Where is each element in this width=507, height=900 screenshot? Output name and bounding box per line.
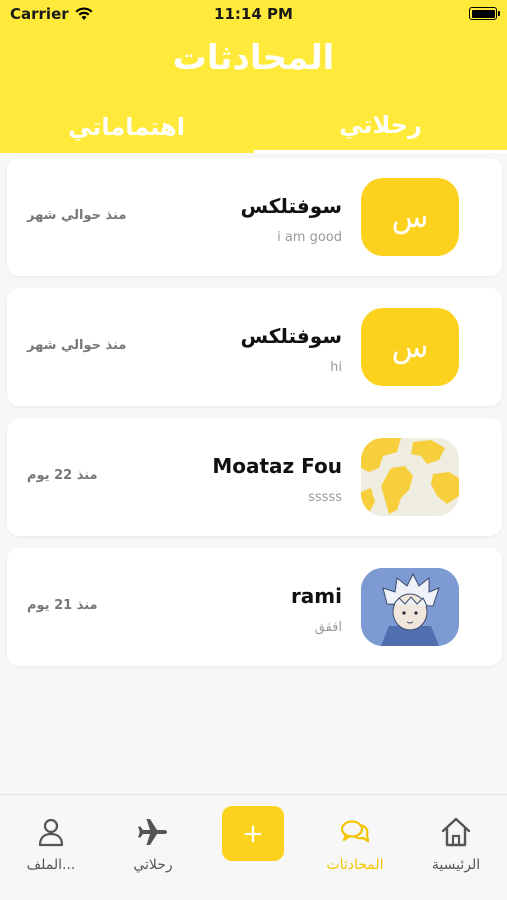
conversation-item[interactable]: Moataz Fou sssss منذ 22 يوم bbox=[7, 418, 502, 536]
bottom-nav: الرئيسية المحادثات + رحلاتي الملف... bbox=[0, 794, 507, 900]
conversation-item[interactable]: س سوفتلكس hi منذ حوالي شهر bbox=[7, 288, 502, 406]
nav-home-label: الرئيسية bbox=[431, 857, 481, 873]
tab-my-trips[interactable]: رحلاتي bbox=[254, 100, 507, 153]
nav-profile-label: الملف... bbox=[26, 857, 76, 873]
message-time: منذ حوالي شهر bbox=[27, 338, 127, 353]
message-preview: افقق bbox=[314, 620, 342, 635]
anime-character-image bbox=[361, 568, 459, 646]
conversation-name: rami bbox=[290, 584, 342, 608]
tab-bar: رحلاتي اهتماماتي bbox=[0, 100, 507, 153]
message-preview: i am good bbox=[277, 230, 342, 245]
nav-chats-label: المحادثات bbox=[326, 857, 384, 873]
nav-profile[interactable]: الملف... bbox=[6, 815, 96, 873]
status-bar: Carrier 11:14 PM bbox=[0, 0, 507, 30]
airplane-icon bbox=[138, 819, 167, 845]
battery-icon bbox=[469, 7, 500, 20]
message-preview: sssss bbox=[308, 490, 342, 505]
chat-icon bbox=[340, 820, 370, 843]
avatar: س bbox=[361, 308, 459, 386]
clock: 11:14 PM bbox=[214, 5, 293, 23]
nav-my-trips[interactable]: رحلاتي bbox=[108, 815, 198, 873]
plus-icon: + bbox=[242, 818, 264, 849]
globe-map-image bbox=[361, 438, 459, 516]
avatar-character-image bbox=[361, 568, 459, 646]
add-button[interactable]: + bbox=[222, 806, 284, 861]
tab-my-interests[interactable]: اهتماماتي bbox=[0, 100, 253, 153]
conversation-name: سوفتلكس bbox=[240, 194, 342, 218]
conversation-item[interactable]: rami افقق منذ 21 يوم bbox=[7, 548, 502, 666]
conversation-name: سوفتلكس bbox=[240, 324, 342, 348]
home-icon bbox=[441, 817, 471, 847]
avatar-letter: س bbox=[391, 329, 429, 365]
profile-icon bbox=[38, 818, 64, 847]
message-time: منذ حوالي شهر bbox=[27, 208, 127, 223]
nav-my-trips-label: رحلاتي bbox=[133, 857, 173, 873]
nav-home[interactable]: الرئيسية bbox=[411, 815, 501, 873]
avatar: س bbox=[361, 178, 459, 256]
conversation-item[interactable]: س سوفتلكس i am good منذ حوالي شهر bbox=[7, 158, 502, 276]
avatar-letter: س bbox=[391, 199, 429, 235]
avatar-globe-image bbox=[361, 438, 459, 516]
conversation-name: Moataz Fou bbox=[212, 454, 342, 478]
page-title: المحادثات bbox=[172, 38, 335, 78]
message-time: منذ 22 يوم bbox=[27, 468, 98, 483]
header: Carrier 11:14 PM المحادثات رحلاتي اهتمام… bbox=[0, 0, 507, 153]
message-time: منذ 21 يوم bbox=[27, 598, 98, 613]
nav-chats[interactable]: المحادثات bbox=[310, 815, 400, 873]
message-preview: hi bbox=[330, 360, 342, 375]
